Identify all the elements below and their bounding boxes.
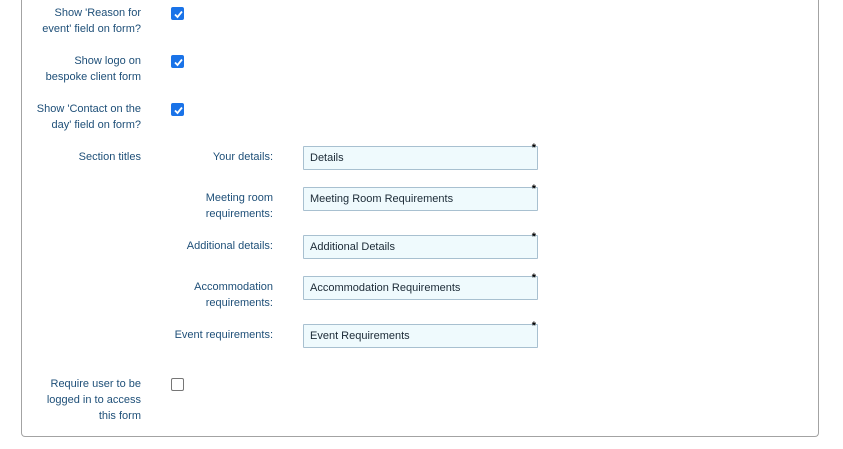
your-details-label: Your details:: [212, 151, 273, 163]
require-login-label: Require user to be logged in to access t…: [46, 378, 141, 422]
show-logo-checkbox[interactable]: [171, 55, 184, 68]
your-details-input[interactable]: Details *: [303, 142, 538, 170]
meeting-room-value: Meeting Room Requirements: [310, 193, 454, 205]
accommodation-label: Accommodation requirements:: [194, 281, 273, 309]
section-titles-label: Section titles: [78, 151, 141, 163]
required-marker: *: [531, 183, 536, 195]
checkmark-icon: [174, 106, 183, 115]
required-marker: *: [531, 320, 536, 332]
required-marker: *: [531, 272, 536, 284]
checkmark-icon: [174, 10, 183, 19]
reason-for-event-label: Show 'Reason for event' field on form?: [42, 7, 141, 35]
contact-on-day-label: Show 'Contact on the day' field on form?: [36, 103, 141, 131]
event-requirements-value: Event Requirements: [310, 330, 410, 342]
required-marker: *: [531, 231, 536, 243]
show-logo-label: Show logo on bespoke client form: [45, 55, 141, 83]
require-login-checkbox[interactable]: [171, 378, 184, 391]
contact-on-day-checkbox[interactable]: [171, 103, 184, 116]
accommodation-input[interactable]: Accommodation Requirements *: [303, 272, 538, 300]
additional-details-input[interactable]: Additional Details *: [303, 231, 538, 259]
accommodation-value: Accommodation Requirements: [310, 282, 461, 294]
event-requirements-label: Event requirements:: [174, 329, 273, 341]
event-requirements-input[interactable]: Event Requirements *: [303, 320, 538, 348]
reason-for-event-checkbox[interactable]: [171, 7, 184, 20]
required-marker: *: [531, 142, 536, 154]
additional-details-value: Additional Details: [310, 241, 395, 253]
meeting-room-label: Meeting room requirements:: [205, 192, 273, 220]
checkmark-icon: [174, 58, 183, 67]
additional-details-label: Additional details:: [186, 240, 273, 252]
your-details-value: Details: [310, 152, 344, 164]
meeting-room-input[interactable]: Meeting Room Requirements *: [303, 183, 538, 211]
